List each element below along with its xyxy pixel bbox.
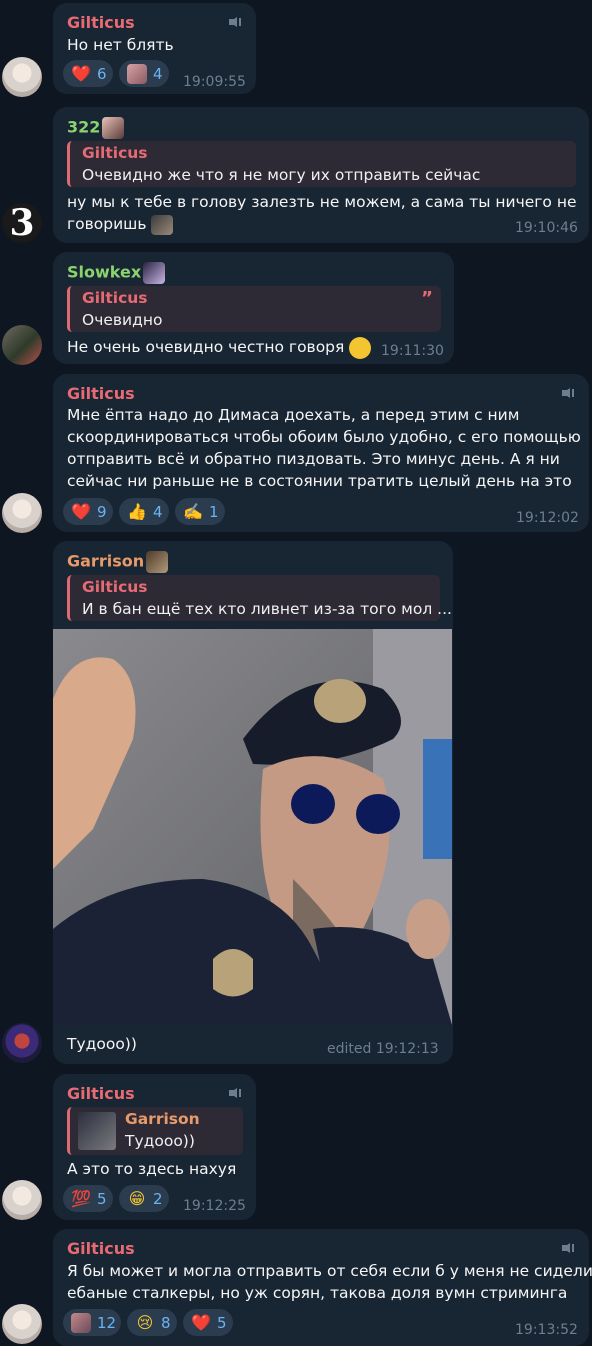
avatar[interactable] [2,325,42,365]
message-bubble[interactable]: Gilticus Мне ёпта надо до Димаса доехать… [53,374,589,532]
reaction-grin[interactable]: 😁 2 [119,1185,169,1212]
sender-name[interactable]: Slowkex [67,262,166,284]
forward-icon[interactable] [562,388,576,398]
reply-quote[interactable]: Garrison Тудооо)) [67,1107,243,1155]
reaction-count: 2 [153,1189,163,1208]
sender-name[interactable]: Gilticus [67,384,135,403]
quote-text: И в бан ещё тех кто ливнет из-за того мо… [82,600,452,618]
reaction-count: 8 [161,1313,171,1332]
quote-sender: Gilticus [82,144,148,162]
heart-icon: ❤️ [71,64,91,83]
reaction-sticker[interactable]: 4 [119,60,169,87]
message-text: скоординироваться чтобы обоим было удобн… [67,428,581,446]
quote-text: Очевидно же что я не могу их отправить с… [82,166,481,184]
media-photo[interactable] [53,629,452,1025]
reaction-thumbs-up[interactable]: 👍 4 [119,498,169,525]
quote-text: Очевидно [82,311,163,329]
reaction-count: 5 [217,1313,227,1332]
message-bubble[interactable]: Gilticus Garrison Тудооо)) А это то здес… [53,1074,256,1220]
message-text: ебаные сталкеры, но уж сорян, такова дол… [67,1284,568,1302]
reaction-count: 12 [97,1313,117,1332]
reply-quote[interactable]: Gilticus И в бан ещё тех кто ливнет из-з… [67,575,452,621]
reaction-count: 4 [153,64,163,83]
reaction-heart[interactable]: ❤️ 5 [183,1309,233,1336]
timestamp: 19:09:55 [183,74,246,90]
forward-icon[interactable] [229,1088,243,1098]
message-text: сейчас ни раньше не в состоянии тратить … [67,472,572,490]
emoji-sticker [102,117,125,139]
reaction-100[interactable]: 💯 5 [63,1185,113,1212]
emoji-sticker [146,551,169,573]
avatar[interactable] [2,493,42,533]
reaction-count: 5 [97,1189,107,1208]
grin-icon: 😁 [128,1189,146,1208]
message-bubble[interactable]: Gilticus Но нет блять ❤️ 6 4 19:09:55 [53,3,256,94]
message-text: говоришь [67,213,174,235]
reaction-count: 9 [97,502,107,521]
message-bubble[interactable]: Slowkex Gilticus Очевидно ” Не очень оче… [53,252,454,364]
timestamp: 19:12:25 [183,1198,246,1214]
timestamp: 19:13:52 [515,1322,578,1338]
photo-image [53,629,452,1025]
timestamp: 19:10:46 [515,220,578,236]
forward-icon[interactable] [562,1243,576,1253]
sender-name[interactable]: Garrison [67,551,169,573]
avatar[interactable]: 3 [2,203,42,243]
reaction-sad[interactable]: 😢 8 [127,1309,177,1336]
reaction-count: 1 [209,502,219,521]
message-bubble[interactable]: Gilticus Я бы может и могла отправить от… [53,1229,592,1346]
timestamp: edited 19:12:13 [327,1041,439,1057]
hundred-icon: 💯 [71,1189,91,1208]
message-text: Тудооо)) [67,1035,137,1053]
reaction-count: 6 [97,64,107,83]
thumbs-up-icon: 👍 [127,502,147,521]
quote-text: Тудооо)) [125,1132,195,1150]
sender-name[interactable]: Gilticus [67,13,135,32]
reaction-heart[interactable]: ❤️ 9 [63,498,113,525]
emoji-sticker [151,214,174,235]
quote-sender: Garrison [125,1110,200,1128]
timestamp: 19:11:30 [381,343,444,359]
quote-sender: Gilticus [82,289,148,307]
message-text: Мне ёпта надо до Димаса доехать, а перед… [67,406,520,424]
reaction-sticker[interactable]: 12 [63,1309,121,1336]
avatar[interactable] [2,1023,42,1063]
quote-thumbnail [78,1112,116,1150]
timestamp: 19:12:02 [516,510,579,526]
reply-quote[interactable]: Gilticus Очевидно же что я не могу их от… [67,141,576,187]
sticker-icon [70,1312,92,1334]
avatar[interactable] [2,57,42,97]
message-text: Я бы может и могла отправить от себя есл… [67,1262,592,1280]
message-text: ну мы к тебе в голову залезть не можем, … [67,193,577,211]
message-text: Не очень очевидно честно говоря [67,336,372,359]
sticker-icon [126,63,148,85]
forward-icon[interactable] [229,17,243,27]
quote-sender: Gilticus [82,578,148,596]
message-text: А это то здесь нахуя [67,1160,237,1178]
heart-icon: ❤️ [71,502,91,521]
sender-name[interactable]: 322 [67,117,125,139]
reaction-heart[interactable]: ❤️ 6 [63,60,113,87]
avatar[interactable] [2,1180,42,1220]
emoji-sticker [143,262,166,284]
message-text: отправить всё и обратно пиздовать. Это м… [67,450,560,468]
thinking-emoji-icon [349,336,372,359]
crying-face-icon: 😢 [136,1313,154,1332]
sender-name[interactable]: Gilticus [67,1084,135,1103]
reaction-writing[interactable]: ✍️ 1 [175,498,225,525]
writing-hand-icon: ✍️ [183,502,203,521]
reaction-count: 4 [153,502,163,521]
reply-quote[interactable]: Gilticus Очевидно ” [67,286,441,332]
message-bubble[interactable]: 322 Gilticus Очевидно же что я не могу и… [53,107,589,243]
sender-name[interactable]: Gilticus [67,1239,135,1258]
quote-mark-icon: ” [421,288,433,309]
avatar[interactable] [2,1304,42,1344]
heart-icon: ❤️ [191,1313,211,1332]
message-text: Но нет блять [67,36,174,54]
